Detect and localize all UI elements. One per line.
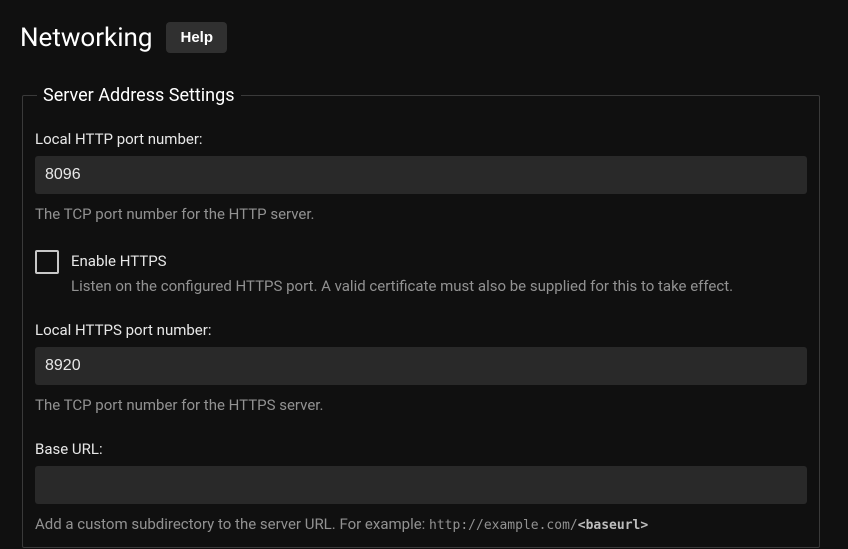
https-port-input[interactable] (35, 347, 807, 385)
base-url-label: Base URL: (35, 440, 807, 458)
https-port-desc: The TCP port number for the HTTPS server… (35, 395, 807, 416)
page-header: Networking Help (0, 0, 848, 65)
http-port-input[interactable] (35, 156, 807, 194)
http-port-desc: The TCP port number for the HTTP server. (35, 204, 807, 225)
base-url-desc: Add a custom subdirectory to the server … (35, 514, 807, 535)
https-port-label: Local HTTPS port number: (35, 321, 807, 339)
enable-https-field: Enable HTTPS Listen on the configured HT… (35, 249, 807, 297)
base-url-input[interactable] (35, 466, 807, 504)
enable-https-desc: Listen on the configured HTTPS port. A v… (71, 277, 733, 295)
http-port-label: Local HTTP port number: (35, 130, 807, 148)
server-address-settings-group: Server Address Settings Local HTTP port … (22, 85, 820, 548)
page-title: Networking (20, 23, 152, 53)
enable-https-text: Enable HTTPS Listen on the configured HT… (71, 249, 807, 297)
enable-https-label: Enable HTTPS (71, 249, 807, 270)
help-button[interactable]: Help (166, 22, 227, 53)
base-url-desc-text: Add a custom subdirectory to the server … (35, 515, 429, 533)
enable-https-checkbox[interactable] (35, 250, 59, 274)
http-port-field: Local HTTP port number: The TCP port num… (35, 130, 807, 225)
group-legend: Server Address Settings (37, 85, 241, 106)
page-content: Server Address Settings Local HTTP port … (0, 65, 848, 548)
https-port-field: Local HTTPS port number: The TCP port nu… (35, 321, 807, 416)
base-url-desc-code: http://example.com/<baseurl> (429, 518, 648, 533)
base-url-field: Base URL: Add a custom subdirectory to t… (35, 440, 807, 535)
